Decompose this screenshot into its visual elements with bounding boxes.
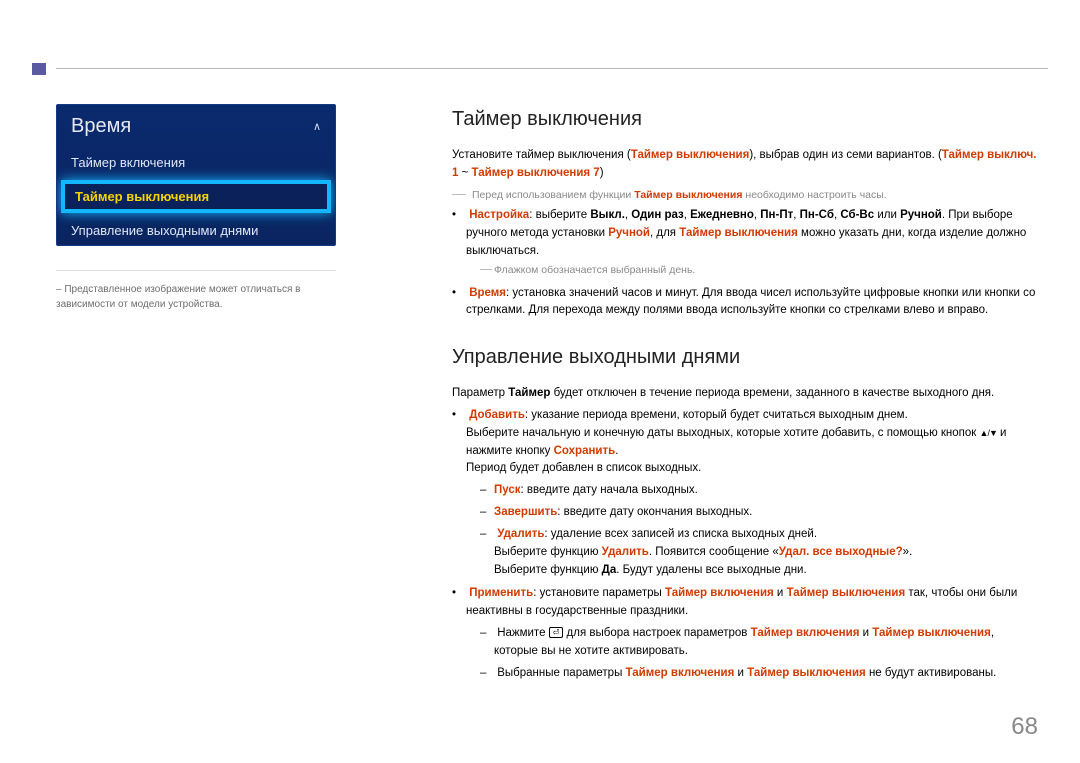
sub-delete: Удалить: удаление всех записей из списка… <box>494 526 1038 579</box>
text: Период будет добавлен в список выходных. <box>466 462 701 474</box>
text: : введите дату начала выходных. <box>521 484 698 496</box>
text: Выбранные параметры <box>497 667 625 679</box>
term: Применить <box>469 587 533 599</box>
apply-sublist: Нажмите ⏎ для выбора настроек параметров… <box>494 625 1038 682</box>
note-flag: Флажком обозначается выбранный день. <box>480 262 1038 278</box>
term: Удал. все выходные? <box>779 546 903 558</box>
opt: Выкл. <box>590 209 625 221</box>
text: или <box>874 209 900 221</box>
sub-press: Нажмите ⏎ для выбора настроек параметров… <box>494 625 1038 661</box>
term: Таймер включения <box>751 627 860 639</box>
sidebar: Время ∧ Таймер включения Таймер выключен… <box>56 104 336 312</box>
dash-icon <box>452 194 466 195</box>
opt: Сб-Вс <box>840 209 874 221</box>
sub-start: Пуск: введите дату начала выходных. <box>494 482 1038 500</box>
term: Ручной <box>608 227 650 239</box>
text: : установите параметры <box>533 587 665 599</box>
text: Нажмите <box>497 627 548 639</box>
add-sublist: Пуск: введите дату начала выходных. Заве… <box>494 482 1038 579</box>
off-timer-intro: Установите таймер выключения (Таймер вык… <box>452 147 1038 183</box>
text: Флажком обозначается выбранный день. <box>494 264 695 276</box>
menu-panel: Время ∧ Таймер включения Таймер выключен… <box>56 104 336 246</box>
term: Таймер выключения 7 <box>472 167 600 179</box>
menu-item-holiday[interactable]: Управление выходными днями <box>57 216 335 245</box>
footnote-text: Представленное изображение может отличат… <box>56 284 300 310</box>
header-rule <box>56 68 1048 69</box>
term: Пуск <box>494 484 521 496</box>
term: Таймер выключения <box>631 149 750 161</box>
sidebar-footnote: ‒ Представленное изображение может отлич… <box>56 270 336 312</box>
sub-selected: Выбранные параметры Таймер включения и Т… <box>494 665 1038 683</box>
heading-off-timer: Таймер выключения <box>452 104 1038 135</box>
li-apply: Применить: установите параметры Таймер в… <box>466 585 1038 682</box>
panel-title-row: Время ∧ <box>57 105 335 148</box>
text: Параметр <box>452 387 508 399</box>
term: Да <box>602 564 617 576</box>
term: Настройка <box>469 209 529 221</box>
li-time: Время: установка значений часов и минут.… <box>466 285 1038 321</box>
term: Таймер выключения <box>634 189 742 201</box>
opt: Один раз <box>631 209 683 221</box>
term: Удалить <box>497 528 544 540</box>
term: Таймер включения <box>665 587 774 599</box>
updown-arrows-icon: ▲/▼ <box>980 427 997 441</box>
text: . Появится сообщение « <box>649 546 779 558</box>
page-number: 68 <box>1011 713 1038 741</box>
text: ~ <box>458 167 471 179</box>
panel-title: Время <box>71 115 131 138</box>
term: Время <box>469 287 506 299</box>
opt: Ручной <box>900 209 942 221</box>
sub-end: Завершить: введите дату окончания выходн… <box>494 504 1038 522</box>
menu-item-on-timer[interactable]: Таймер включения <box>57 148 335 177</box>
term: Удалить <box>602 546 649 558</box>
text: Перед использованием функции <box>472 189 634 201</box>
enter-button-icon: ⏎ <box>549 627 564 638</box>
text: : установка значений часов и минут. Для … <box>466 287 1035 317</box>
opt: Ежедневно <box>690 209 754 221</box>
term: Завершить <box>494 506 557 518</box>
text: : выберите <box>529 209 590 221</box>
term: Добавить <box>469 409 525 421</box>
content: Таймер выключения Установите таймер выкл… <box>452 104 1038 688</box>
heading-holiday: Управление выходными днями <box>452 342 1038 373</box>
text: и <box>859 627 872 639</box>
term: Таймер выключения <box>747 667 866 679</box>
menu-item-off-timer[interactable]: Таймер выключения <box>61 180 331 213</box>
term: Сохранить <box>554 445 616 457</box>
term: Таймер выключения <box>872 627 991 639</box>
text: для выбора настроек параметров <box>563 627 750 639</box>
chevron-up-icon[interactable]: ∧ <box>313 120 321 133</box>
text: . Будут удалены все выходные дни. <box>616 564 806 576</box>
text: Выберите начальную и конечную даты выход… <box>466 427 980 439</box>
term: Таймер включения <box>626 667 735 679</box>
text: и <box>774 587 787 599</box>
off-timer-list: Настройка: выберите Выкл., Один раз, Еже… <box>466 207 1038 320</box>
text: Выберите функцию <box>494 564 602 576</box>
li-add: Добавить: указание периода времени, кото… <box>466 407 1038 579</box>
holiday-intro: Параметр Таймер будет отключен в течение… <box>452 385 1038 403</box>
opt: Пн-Сб <box>800 209 834 221</box>
text: ), выбрав один из семи вариантов. ( <box>749 149 941 161</box>
text: будет отключен в течение периода времени… <box>550 387 994 399</box>
text: необходимо настроить часы. <box>742 189 886 201</box>
holiday-list: Добавить: указание периода времени, кото… <box>466 407 1038 682</box>
text: Выберите функцию <box>494 546 602 558</box>
text: Установите таймер выключения ( <box>452 149 631 161</box>
opt: Пн-Пт <box>760 209 793 221</box>
text: . <box>615 445 618 457</box>
note-clock: Перед использованием функции Таймер выкл… <box>452 187 1038 203</box>
text: ) <box>600 167 604 179</box>
text: : удаление всех записей из списка выходн… <box>544 528 817 540</box>
term: Таймер выключения <box>679 227 798 239</box>
text: : введите дату окончания выходных. <box>557 506 752 518</box>
li-setup: Настройка: выберите Выкл., Один раз, Еже… <box>466 207 1038 279</box>
term: Таймер выключения <box>787 587 906 599</box>
text: : указание периода времени, который буде… <box>525 409 908 421</box>
text: не будут активированы. <box>866 667 997 679</box>
text: и <box>734 667 747 679</box>
term: Таймер <box>508 387 550 399</box>
text: , для <box>650 227 679 239</box>
text: ». <box>903 546 913 558</box>
